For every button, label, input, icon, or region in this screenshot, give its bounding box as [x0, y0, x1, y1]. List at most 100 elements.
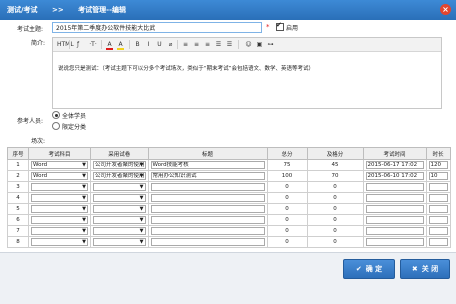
- italic-icon[interactable]: I: [144, 40, 153, 49]
- unordered-list-icon[interactable]: ☰: [225, 40, 234, 49]
- cell-title[interactable]: [147, 236, 268, 248]
- cell-subject[interactable]: Word ▼: [28, 170, 91, 182]
- cell-title[interactable]: Word技能考核: [147, 159, 268, 171]
- cell-paper[interactable]: ▼: [90, 181, 149, 193]
- duration-input[interactable]: [428, 183, 448, 191]
- align-left-icon[interactable]: ≡: [181, 40, 190, 49]
- cell-title[interactable]: [147, 214, 268, 226]
- underline-icon[interactable]: U: [155, 40, 164, 49]
- cell-time[interactable]: [362, 225, 427, 237]
- cell-duration[interactable]: [425, 203, 451, 215]
- time-input[interactable]: [365, 183, 424, 191]
- paper-select[interactable]: ▼: [93, 216, 146, 224]
- cell-subject[interactable]: ▼: [28, 236, 91, 248]
- title-input[interactable]: [150, 238, 265, 246]
- subject-select[interactable]: ▼: [31, 183, 88, 191]
- image-icon[interactable]: ▣: [255, 40, 264, 49]
- time-input[interactable]: [365, 205, 424, 213]
- radio-selected-icon[interactable]: [52, 111, 60, 119]
- time-input[interactable]: 2015-06-17 17:02: [365, 161, 424, 169]
- duration-input[interactable]: [428, 205, 448, 213]
- cell-paper[interactable]: ▼: [90, 214, 149, 226]
- subject-select[interactable]: Word ▼: [31, 172, 88, 180]
- cell-title[interactable]: [147, 181, 268, 193]
- cell-duration[interactable]: 120: [425, 159, 451, 171]
- cell-duration[interactable]: [425, 192, 451, 204]
- cell-time[interactable]: [362, 192, 427, 204]
- title-input[interactable]: [150, 227, 265, 235]
- exam-title-input[interactable]: 2015年第二季度办公软件技能大比武: [52, 22, 262, 33]
- checkbox-checked-icon[interactable]: [276, 21, 284, 31]
- link-icon[interactable]: ⊶: [266, 40, 275, 49]
- paper-select[interactable]: ▼: [93, 227, 146, 235]
- cell-paper[interactable]: 公司开发者聚的使用 ▼: [90, 170, 149, 182]
- title-input[interactable]: [150, 194, 265, 202]
- title-input[interactable]: Word技能考核: [150, 161, 265, 169]
- cell-title[interactable]: [147, 225, 268, 237]
- subject-select[interactable]: ▼: [31, 194, 88, 202]
- cell-paper[interactable]: ▼: [90, 203, 149, 215]
- duration-input[interactable]: [428, 227, 448, 235]
- radio-unselected-icon[interactable]: [52, 122, 60, 130]
- cell-paper[interactable]: ▼: [90, 236, 149, 248]
- title-input[interactable]: [150, 216, 265, 224]
- duration-input[interactable]: [428, 238, 448, 246]
- cell-time[interactable]: [362, 214, 427, 226]
- time-input[interactable]: [365, 238, 424, 246]
- editor-content[interactable]: 说说您只是测试：（考试主题下可以分多个考试场次，类似于“期末考试”会包括语文、数…: [58, 64, 314, 72]
- align-right-icon[interactable]: ≡: [203, 40, 212, 49]
- paper-select[interactable]: 公司开发者聚的使用 ▼: [93, 172, 146, 180]
- cell-title[interactable]: [147, 203, 268, 215]
- cell-subject[interactable]: ▼: [28, 225, 91, 237]
- cell-subject[interactable]: ▼: [28, 214, 91, 226]
- cell-duration[interactable]: [425, 225, 451, 237]
- paper-select[interactable]: ▼: [93, 183, 146, 191]
- emoticon-icon[interactable]: ☺: [244, 40, 253, 49]
- subject-select[interactable]: ▼: [31, 238, 88, 246]
- enable-checkbox[interactable]: 启用: [276, 21, 298, 32]
- confirm-button[interactable]: ✔ 确 定: [343, 259, 395, 279]
- html-source-icon[interactable]: HTML: [57, 40, 74, 49]
- cell-time[interactable]: 2015-06-17 17:02: [362, 159, 427, 171]
- rich-text-editor[interactable]: HTML ƒ ·T· A A B I U ⌀ ≡ ≡ ≡ ☰ ☰ ☺ ▣ ⊶ 说说您只是测试：（考试主题下可以分…: [52, 37, 442, 109]
- time-input[interactable]: 2015-06-10 17:02: [365, 172, 424, 180]
- paper-select[interactable]: 公司开发者聚的使用 ▼: [93, 161, 146, 169]
- font-family-icon[interactable]: ƒ: [73, 40, 83, 49]
- cell-subject[interactable]: ▼: [28, 181, 91, 193]
- duration-input[interactable]: 10: [428, 172, 448, 180]
- cell-paper[interactable]: 公司开发者聚的使用 ▼: [90, 159, 149, 171]
- cell-duration[interactable]: 10: [425, 170, 451, 182]
- cell-duration[interactable]: [425, 181, 451, 193]
- subject-select[interactable]: ▼: [31, 216, 88, 224]
- title-input[interactable]: 常用办公知识测试: [150, 172, 265, 180]
- cell-time[interactable]: [362, 181, 427, 193]
- cell-subject[interactable]: ▼: [28, 192, 91, 204]
- close-icon[interactable]: ×: [440, 4, 451, 15]
- subject-select[interactable]: ▼: [31, 227, 88, 235]
- radio-limited-category[interactable]: 限定分类: [52, 122, 86, 131]
- cell-time[interactable]: [362, 203, 427, 215]
- cell-subject[interactable]: Word ▼: [28, 159, 91, 171]
- duration-input[interactable]: [428, 194, 448, 202]
- title-input[interactable]: [150, 183, 265, 191]
- cell-time[interactable]: [362, 236, 427, 248]
- cell-duration[interactable]: [425, 236, 451, 248]
- cell-title[interactable]: [147, 192, 268, 204]
- title-input[interactable]: [150, 205, 265, 213]
- font-size-icon[interactable]: ·T·: [85, 40, 101, 49]
- cell-paper[interactable]: ▼: [90, 225, 149, 237]
- radio-all-students[interactable]: 全体学员: [52, 111, 86, 120]
- paper-select[interactable]: ▼: [93, 194, 146, 202]
- time-input[interactable]: [365, 194, 424, 202]
- cell-title[interactable]: 常用办公知识测试: [147, 170, 268, 182]
- ordered-list-icon[interactable]: ☰: [214, 40, 223, 49]
- subject-select[interactable]: Word ▼: [31, 161, 88, 169]
- cell-paper[interactable]: ▼: [90, 192, 149, 204]
- breadcrumb-item-tests[interactable]: 测试/考试: [7, 6, 38, 14]
- cell-time[interactable]: 2015-06-10 17:02: [362, 170, 427, 182]
- cell-subject[interactable]: ▼: [28, 203, 91, 215]
- paper-select[interactable]: ▼: [93, 238, 146, 246]
- time-input[interactable]: [365, 227, 424, 235]
- time-input[interactable]: [365, 216, 424, 224]
- align-center-icon[interactable]: ≡: [192, 40, 201, 49]
